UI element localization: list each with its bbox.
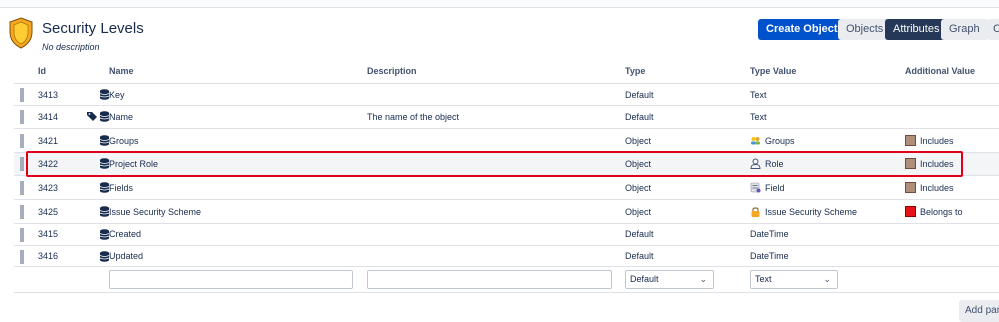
objects-tab[interactable]: Objects xyxy=(838,19,892,40)
drag-handle[interactable] xyxy=(20,181,24,195)
row-name[interactable]: Name xyxy=(109,112,133,122)
row-type: Default xyxy=(625,90,654,100)
includes-color-swatch xyxy=(905,182,916,193)
row-type: Object xyxy=(625,136,652,146)
new-attribute-description-input[interactable] xyxy=(367,270,612,289)
column-header-type: Type xyxy=(625,66,646,76)
new-attribute-type-select[interactable]: Default ⌄ xyxy=(625,270,714,289)
column-header-description: Description xyxy=(367,66,417,76)
row-type-value-cell[interactable]: Groups xyxy=(750,135,795,146)
column-header-id: Id xyxy=(38,66,46,76)
row-name[interactable]: Fields xyxy=(109,183,133,193)
drag-handle[interactable] xyxy=(20,110,24,124)
type-value-select-value: Text xyxy=(755,274,772,284)
row-type-value: Field xyxy=(765,183,785,193)
drag-handle[interactable] xyxy=(20,228,24,242)
table-row[interactable]: 3425 Issue Security Scheme Object Issue … xyxy=(14,200,999,224)
page-header: Security Levels No description Create Ob… xyxy=(0,8,999,56)
row-type-value: Text xyxy=(750,112,767,122)
row-type: Object xyxy=(625,207,652,217)
row-type-value-cell[interactable]: Field xyxy=(750,182,785,193)
row-name[interactable]: Created xyxy=(109,229,141,239)
annotation-highlight-box xyxy=(26,151,963,177)
drag-handle[interactable] xyxy=(20,134,24,148)
row-id: 3421 xyxy=(38,136,59,146)
table-row[interactable]: 3413 Key Default Text xyxy=(14,83,999,106)
column-header-name: Name xyxy=(109,66,134,76)
row-name[interactable]: Updated xyxy=(109,251,143,261)
new-attribute-type-value-select[interactable]: Text ⌄ xyxy=(750,270,838,289)
new-attribute-name-input[interactable] xyxy=(109,270,353,289)
row-type-value: Groups xyxy=(765,136,795,146)
page-description: No description xyxy=(42,42,100,52)
table-row[interactable]: 3414 Name The name of the object Default… xyxy=(14,106,999,129)
includes-color-swatch xyxy=(905,135,916,146)
field-icon xyxy=(750,182,761,193)
row-type: Default xyxy=(625,251,654,261)
groups-icon xyxy=(751,137,760,145)
row-additional-value: Belongs to xyxy=(920,207,963,217)
row-id: 3416 xyxy=(38,251,59,261)
column-header-additional-value: Additional Value xyxy=(905,66,976,76)
chevron-down-icon: ⌄ xyxy=(823,274,831,284)
row-name[interactable]: Key xyxy=(109,90,125,100)
row-id: 3425 xyxy=(38,207,59,217)
graph-tab[interactable]: Graph xyxy=(941,19,988,40)
row-id: 3423 xyxy=(38,183,59,193)
row-additional-cell: Belongs to xyxy=(905,206,963,217)
label-tag-icon xyxy=(87,112,97,121)
row-type-value: Issue Security Scheme xyxy=(765,207,858,217)
row-name[interactable]: Issue Security Scheme xyxy=(109,207,201,217)
row-id: 3413 xyxy=(38,90,59,100)
drag-handle[interactable] xyxy=(20,250,24,264)
drag-handle[interactable] xyxy=(20,88,24,102)
drag-handle[interactable] xyxy=(20,157,24,171)
row-type-value: DateTime xyxy=(750,251,789,261)
top-border xyxy=(0,0,999,8)
row-additional-cell: Includes xyxy=(905,182,954,193)
create-object-button[interactable]: Create Object xyxy=(758,19,846,40)
table-row[interactable]: 3421 Groups Object Groups Includes xyxy=(14,129,999,153)
row-additional-cell: Includes xyxy=(905,135,954,146)
row-type: Default xyxy=(625,229,654,239)
lock-icon xyxy=(751,207,760,217)
row-type: Object xyxy=(625,183,652,193)
row-id: 3414 xyxy=(38,112,59,122)
belongs-to-color-swatch xyxy=(905,206,916,217)
row-description: The name of the object xyxy=(367,112,460,122)
drag-handle[interactable] xyxy=(20,205,24,219)
table-row[interactable]: 3415 Created Default DateTime xyxy=(14,224,999,246)
column-header-type-value: Type Value xyxy=(750,66,797,76)
row-additional-value: Includes xyxy=(920,183,954,193)
type-select-value: Default xyxy=(630,274,659,284)
more-tab[interactable]: C xyxy=(987,19,999,40)
row-id: 3415 xyxy=(38,229,59,239)
row-type-value: DateTime xyxy=(750,229,789,239)
row-name[interactable]: Groups xyxy=(109,136,139,146)
row-type: Default xyxy=(625,112,654,122)
page-title: Security Levels xyxy=(42,20,144,37)
row-additional-value: Includes xyxy=(920,136,954,146)
attributes-tab[interactable]: Attributes xyxy=(885,19,948,40)
chevron-down-icon: ⌄ xyxy=(699,274,707,284)
row-type-value: Text xyxy=(750,90,767,100)
row-type-value-cell[interactable]: Issue Security Scheme xyxy=(750,206,857,217)
table-row[interactable]: 3423 Fields Object Field Includes xyxy=(14,176,999,200)
table-row[interactable]: 3416 Updated Default DateTime xyxy=(14,246,999,267)
shield-icon xyxy=(9,17,33,49)
